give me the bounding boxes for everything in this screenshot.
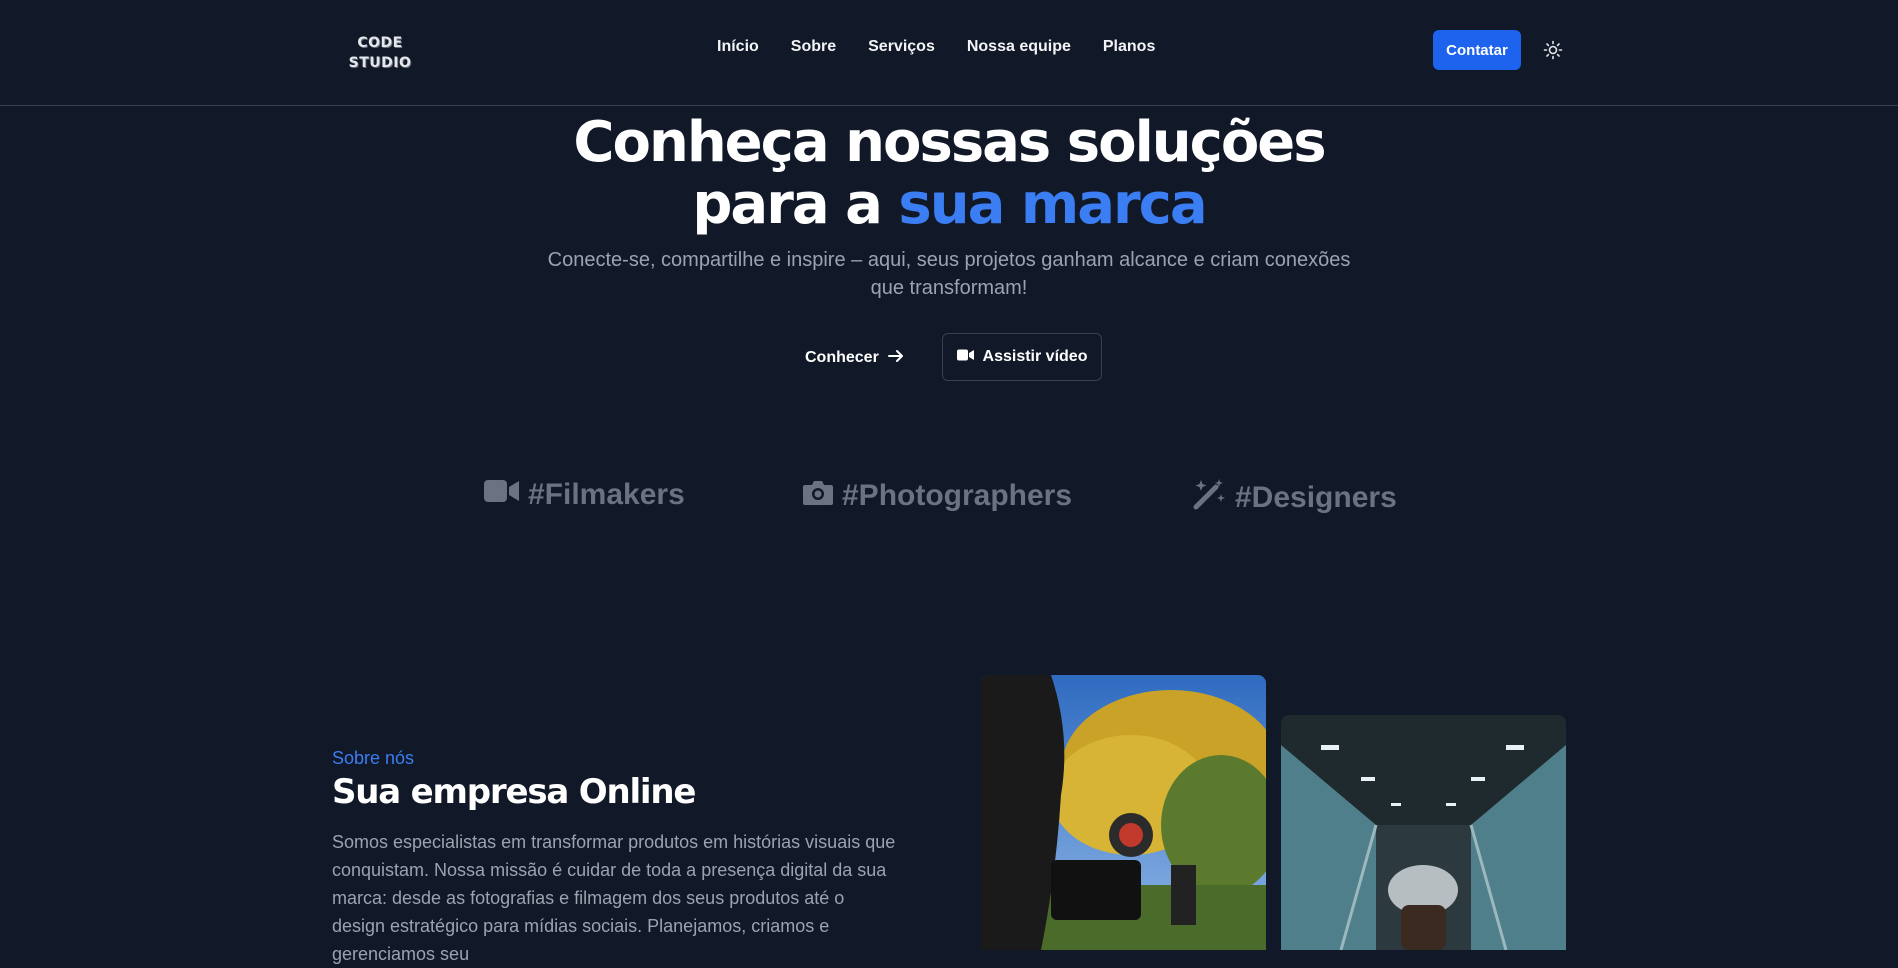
- about-text: Somos especialistas em transformar produ…: [332, 832, 896, 964]
- watch-video-button[interactable]: Assistir vídeo: [942, 333, 1102, 381]
- about-label: Sobre nós: [332, 748, 415, 768]
- nav-item-sobre[interactable]: Sobre: [791, 38, 836, 56]
- tag-label: #Photographers: [842, 479, 1073, 512]
- tag-filmakers: #Filmakers: [484, 478, 685, 512]
- tag-designers: #Designers: [1193, 478, 1397, 518]
- know-more-button[interactable]: Conhecer: [805, 340, 905, 376]
- logo-line-2: STUDIO: [348, 55, 412, 71]
- logo[interactable]: CODE STUDIO: [345, 33, 415, 73]
- nav-item-nossa-equipe[interactable]: Nossa equipe: [967, 38, 1071, 56]
- hero-subtitle: Conecte-se, compartilhe e inspire – aqui…: [547, 249, 1351, 299]
- nav-item-inicio[interactable]: Início: [717, 38, 759, 56]
- sun-icon[interactable]: [1543, 40, 1563, 60]
- logo-line-1: CODE: [357, 35, 403, 51]
- arrow-right-icon: [887, 347, 905, 370]
- hero-title: Conheça nossas soluções para a sua marca: [0, 112, 1898, 236]
- watch-video-label: Assistir vídeo: [982, 348, 1088, 365]
- video-icon: [956, 348, 975, 367]
- tag-row: #Filmakers #Photographers #Designers: [0, 478, 1898, 522]
- nav-item-servicos[interactable]: Serviços: [868, 38, 935, 56]
- hero-title-accent: sua marca: [898, 172, 1207, 237]
- tag-photographers: #Photographers: [802, 478, 1072, 514]
- filmmaker-photo: [981, 675, 1266, 950]
- hero-title-prefix: para a: [692, 172, 899, 237]
- contact-button[interactable]: Contatar: [1433, 30, 1521, 70]
- tag-label: #Filmakers: [528, 478, 685, 511]
- hero-title-line-1: Conheça nossas soluções: [573, 110, 1326, 175]
- main-nav: Início Sobre Serviços Nossa equipe Plano…: [717, 38, 1155, 56]
- hero-title-line-2: para a sua marca: [0, 174, 1898, 236]
- escalator-photo: [1281, 715, 1566, 950]
- site-header: CODE STUDIO Início Sobre Serviços Nossa …: [0, 0, 1898, 106]
- tag-label: #Designers: [1235, 481, 1397, 514]
- know-more-label: Conhecer: [805, 349, 879, 366]
- video-icon: [484, 478, 520, 512]
- camera-icon: [802, 478, 834, 514]
- about-title: Sua empresa Online: [332, 772, 696, 812]
- nav-item-planos[interactable]: Planos: [1103, 38, 1155, 56]
- magic-wand-icon: [1193, 478, 1227, 518]
